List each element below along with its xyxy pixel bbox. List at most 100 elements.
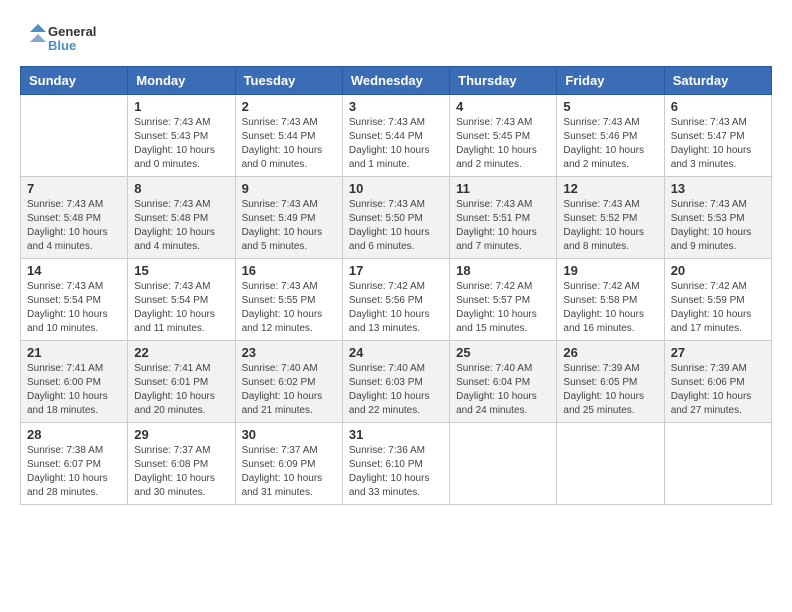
- day-number: 22: [134, 345, 228, 360]
- column-header-tuesday: Tuesday: [235, 67, 342, 95]
- calendar-week-row: 28 Sunrise: 7:38 AM Sunset: 6:07 PM Dayli…: [21, 423, 772, 505]
- column-header-saturday: Saturday: [664, 67, 771, 95]
- calendar-cell: 15 Sunrise: 7:43 AM Sunset: 5:54 PM Dayli…: [128, 259, 235, 341]
- day-number: 11: [456, 181, 550, 196]
- column-header-thursday: Thursday: [450, 67, 557, 95]
- calendar-cell: [21, 95, 128, 177]
- calendar-cell: 5 Sunrise: 7:43 AM Sunset: 5:46 PM Daylig…: [557, 95, 664, 177]
- column-header-friday: Friday: [557, 67, 664, 95]
- day-info: Sunrise: 7:41 AM Sunset: 6:00 PM Dayligh…: [27, 362, 121, 418]
- day-info: Sunrise: 7:41 AM Sunset: 6:01 PM Dayligh…: [134, 362, 228, 418]
- day-number: 20: [671, 263, 765, 278]
- day-info: Sunrise: 7:42 AM Sunset: 5:58 PM Dayligh…: [563, 280, 657, 336]
- day-info: Sunrise: 7:36 AM Sunset: 6:10 PM Dayligh…: [349, 444, 443, 500]
- day-info: Sunrise: 7:43 AM Sunset: 5:45 PM Dayligh…: [456, 116, 550, 172]
- calendar-cell: 12 Sunrise: 7:43 AM Sunset: 5:52 PM Dayli…: [557, 177, 664, 259]
- day-number: 6: [671, 99, 765, 114]
- day-number: 24: [349, 345, 443, 360]
- calendar-cell: 16 Sunrise: 7:43 AM Sunset: 5:55 PM Dayli…: [235, 259, 342, 341]
- day-info: Sunrise: 7:40 AM Sunset: 6:04 PM Dayligh…: [456, 362, 550, 418]
- day-info: Sunrise: 7:43 AM Sunset: 5:55 PM Dayligh…: [242, 280, 336, 336]
- day-info: Sunrise: 7:39 AM Sunset: 6:05 PM Dayligh…: [563, 362, 657, 418]
- calendar-cell: 6 Sunrise: 7:43 AM Sunset: 5:47 PM Daylig…: [664, 95, 771, 177]
- day-info: Sunrise: 7:43 AM Sunset: 5:43 PM Dayligh…: [134, 116, 228, 172]
- day-number: 8: [134, 181, 228, 196]
- calendar-cell: 23 Sunrise: 7:40 AM Sunset: 6:02 PM Dayli…: [235, 341, 342, 423]
- day-number: 16: [242, 263, 336, 278]
- logo-svg: General Blue: [20, 20, 110, 56]
- day-number: 28: [27, 427, 121, 442]
- column-header-monday: Monday: [128, 67, 235, 95]
- day-number: 5: [563, 99, 657, 114]
- day-info: Sunrise: 7:43 AM Sunset: 5:47 PM Dayligh…: [671, 116, 765, 172]
- day-info: Sunrise: 7:43 AM Sunset: 5:48 PM Dayligh…: [27, 198, 121, 254]
- calendar-cell: [450, 423, 557, 505]
- day-number: 19: [563, 263, 657, 278]
- day-info: Sunrise: 7:43 AM Sunset: 5:46 PM Dayligh…: [563, 116, 657, 172]
- day-number: 18: [456, 263, 550, 278]
- day-info: Sunrise: 7:38 AM Sunset: 6:07 PM Dayligh…: [27, 444, 121, 500]
- day-number: 30: [242, 427, 336, 442]
- column-header-sunday: Sunday: [21, 67, 128, 95]
- calendar-cell: 9 Sunrise: 7:43 AM Sunset: 5:49 PM Daylig…: [235, 177, 342, 259]
- day-number: 7: [27, 181, 121, 196]
- calendar-week-row: 14 Sunrise: 7:43 AM Sunset: 5:54 PM Dayli…: [21, 259, 772, 341]
- day-number: 15: [134, 263, 228, 278]
- calendar-cell: [664, 423, 771, 505]
- day-info: Sunrise: 7:43 AM Sunset: 5:48 PM Dayligh…: [134, 198, 228, 254]
- day-info: Sunrise: 7:43 AM Sunset: 5:44 PM Dayligh…: [349, 116, 443, 172]
- day-info: Sunrise: 7:43 AM Sunset: 5:49 PM Dayligh…: [242, 198, 336, 254]
- calendar-cell: 19 Sunrise: 7:42 AM Sunset: 5:58 PM Dayli…: [557, 259, 664, 341]
- day-number: 13: [671, 181, 765, 196]
- day-info: Sunrise: 7:43 AM Sunset: 5:54 PM Dayligh…: [134, 280, 228, 336]
- calendar-cell: 30 Sunrise: 7:37 AM Sunset: 6:09 PM Dayli…: [235, 423, 342, 505]
- day-number: 27: [671, 345, 765, 360]
- calendar-cell: 7 Sunrise: 7:43 AM Sunset: 5:48 PM Daylig…: [21, 177, 128, 259]
- day-number: 1: [134, 99, 228, 114]
- calendar-week-row: 1 Sunrise: 7:43 AM Sunset: 5:43 PM Daylig…: [21, 95, 772, 177]
- day-number: 21: [27, 345, 121, 360]
- svg-text:Blue: Blue: [48, 38, 76, 53]
- day-info: Sunrise: 7:37 AM Sunset: 6:09 PM Dayligh…: [242, 444, 336, 500]
- calendar-cell: 10Sunrise: 7:43 AM Sunset: 5:50 PM Dayli…: [342, 177, 449, 259]
- calendar-cell: 22 Sunrise: 7:41 AM Sunset: 6:01 PM Dayli…: [128, 341, 235, 423]
- day-number: 25: [456, 345, 550, 360]
- calendar-cell: 24Sunrise: 7:40 AM Sunset: 6:03 PM Dayli…: [342, 341, 449, 423]
- day-number: 3: [349, 99, 443, 114]
- calendar-cell: 8 Sunrise: 7:43 AM Sunset: 5:48 PM Daylig…: [128, 177, 235, 259]
- calendar-cell: 14 Sunrise: 7:43 AM Sunset: 5:54 PM Dayli…: [21, 259, 128, 341]
- day-info: Sunrise: 7:43 AM Sunset: 5:44 PM Dayligh…: [242, 116, 336, 172]
- day-info: Sunrise: 7:39 AM Sunset: 6:06 PM Dayligh…: [671, 362, 765, 418]
- day-number: 9: [242, 181, 336, 196]
- calendar-cell: 26 Sunrise: 7:39 AM Sunset: 6:05 PM Dayli…: [557, 341, 664, 423]
- calendar-week-row: 21 Sunrise: 7:41 AM Sunset: 6:00 PM Dayli…: [21, 341, 772, 423]
- day-number: 4: [456, 99, 550, 114]
- day-number: 26: [563, 345, 657, 360]
- calendar-cell: 11 Sunrise: 7:43 AM Sunset: 5:51 PM Dayli…: [450, 177, 557, 259]
- day-number: 12: [563, 181, 657, 196]
- calendar-body: 1 Sunrise: 7:43 AM Sunset: 5:43 PM Daylig…: [21, 95, 772, 505]
- calendar-cell: 13 Sunrise: 7:43 AM Sunset: 5:53 PM Dayli…: [664, 177, 771, 259]
- day-info: Sunrise: 7:42 AM Sunset: 5:56 PM Dayligh…: [349, 280, 443, 336]
- day-number: 23: [242, 345, 336, 360]
- day-info: Sunrise: 7:43 AM Sunset: 5:53 PM Dayligh…: [671, 198, 765, 254]
- day-info: Sunrise: 7:43 AM Sunset: 5:54 PM Dayligh…: [27, 280, 121, 336]
- day-number: 31: [349, 427, 443, 442]
- calendar-header-row: SundayMondayTuesdayWednesdayThursdayFrid…: [21, 67, 772, 95]
- calendar-cell: 27 Sunrise: 7:39 AM Sunset: 6:06 PM Dayli…: [664, 341, 771, 423]
- day-info: Sunrise: 7:40 AM Sunset: 6:02 PM Dayligh…: [242, 362, 336, 418]
- day-info: Sunrise: 7:43 AM Sunset: 5:52 PM Dayligh…: [563, 198, 657, 254]
- calendar-table: SundayMondayTuesdayWednesdayThursdayFrid…: [20, 66, 772, 505]
- day-info: Sunrise: 7:37 AM Sunset: 6:08 PM Dayligh…: [134, 444, 228, 500]
- calendar-cell: 25 Sunrise: 7:40 AM Sunset: 6:04 PM Dayli…: [450, 341, 557, 423]
- day-number: 10: [349, 181, 443, 196]
- page-header: General Blue: [20, 20, 772, 56]
- calendar-cell: 3 Sunrise: 7:43 AM Sunset: 5:44 PM Daylig…: [342, 95, 449, 177]
- logo: General Blue: [20, 20, 110, 56]
- calendar-cell: 4 Sunrise: 7:43 AM Sunset: 5:45 PM Daylig…: [450, 95, 557, 177]
- day-info: Sunrise: 7:43 AM Sunset: 5:51 PM Dayligh…: [456, 198, 550, 254]
- calendar-cell: 31 Sunrise: 7:36 AM Sunset: 6:10 PM Dayli…: [342, 423, 449, 505]
- day-number: 14: [27, 263, 121, 278]
- calendar-week-row: 7 Sunrise: 7:43 AM Sunset: 5:48 PM Daylig…: [21, 177, 772, 259]
- calendar-cell: 18Sunrise: 7:42 AM Sunset: 5:57 PM Dayli…: [450, 259, 557, 341]
